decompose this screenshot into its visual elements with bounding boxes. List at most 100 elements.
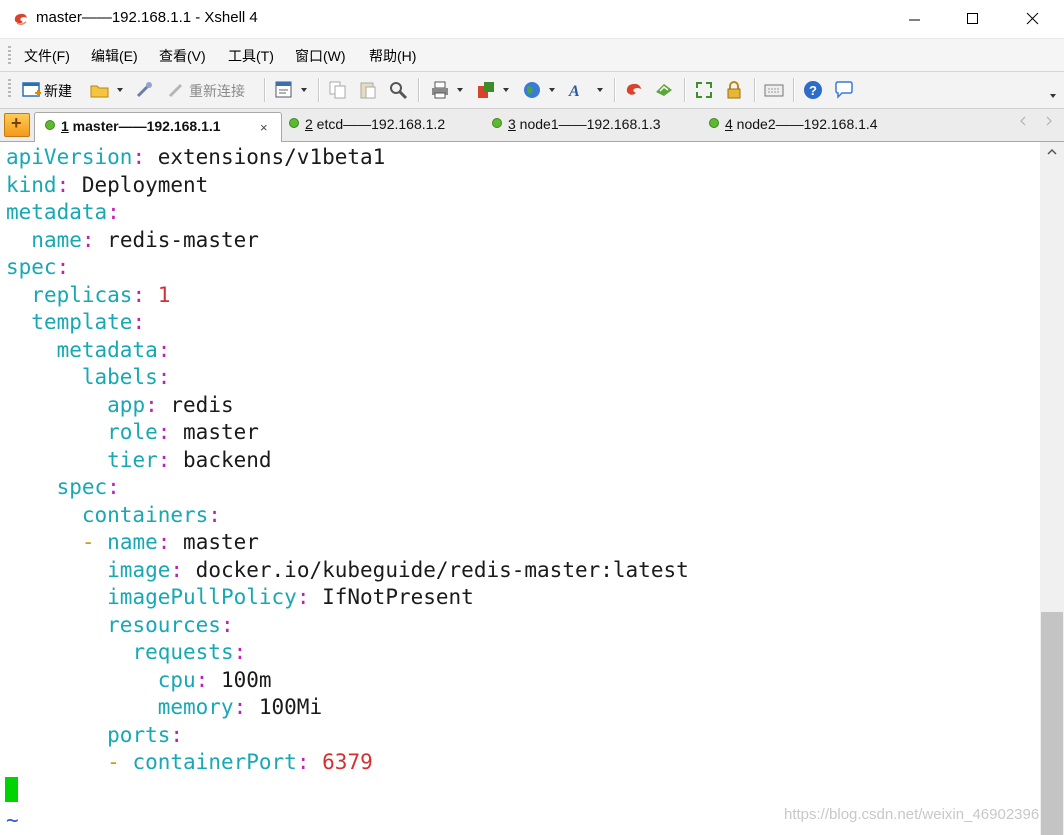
scroll-up-icon[interactable] (1047, 148, 1057, 156)
yaml-value (6, 558, 107, 582)
menu-help[interactable]: 帮助(H) (369, 46, 416, 66)
yaml-key: cpu (157, 667, 196, 692)
tab-4-label: node2——192.168.1.4 (732, 116, 878, 132)
minimize-button[interactable] (886, 0, 944, 38)
chat-icon[interactable] (834, 80, 854, 100)
toolbar-separator (614, 78, 615, 102)
connect-icon[interactable] (134, 80, 154, 100)
yaml-number: 1 (157, 282, 171, 307)
yaml-value (6, 393, 107, 417)
yaml-colon: : (208, 502, 221, 527)
paste-icon[interactable] (358, 80, 378, 100)
yaml-value (6, 475, 57, 499)
menu-window[interactable]: 窗口(W) (295, 46, 346, 66)
yaml-key: role (107, 420, 158, 444)
new-tab-button[interactable]: + (4, 113, 30, 137)
terminal-output[interactable]: - containerPort: 6379 ports: memory: 100… (0, 142, 1040, 835)
yaml-key: imagePullPolicy (107, 585, 297, 609)
find-icon[interactable] (388, 80, 408, 100)
toolbar-grip[interactable] (8, 79, 11, 97)
transfer-dropdown-caret[interactable] (503, 88, 509, 92)
session-tab-2[interactable]: 2 etcd——192.168.1.2 (289, 116, 445, 138)
yaml-value (6, 448, 107, 472)
font-icon[interactable]: A (568, 80, 588, 100)
terminal-line: ports: (6, 722, 183, 749)
xshell-logo-icon[interactable] (624, 80, 644, 100)
open-dropdown-caret[interactable] (117, 88, 123, 92)
connected-status-icon (289, 118, 299, 128)
open-folder-icon[interactable] (90, 80, 110, 100)
session-tab-4[interactable]: 4 node2——192.168.1.4 (709, 116, 878, 138)
yaml-value: master (170, 420, 259, 444)
toolbar-separator (264, 78, 265, 102)
yaml-colon: : (170, 722, 184, 747)
session-tab-1[interactable]: 1 master——192.168.1.1 × (34, 112, 282, 142)
yaml-value (6, 668, 158, 692)
menu-edit[interactable]: 编辑(E) (91, 46, 138, 66)
terminal-line: labels: (6, 364, 171, 391)
yaml-value (6, 695, 158, 719)
title-bar: master——192.168.1.1 - Xshell 4 (0, 0, 1064, 39)
properties-icon[interactable] (274, 80, 294, 100)
menu-file[interactable]: 文件(F) (24, 46, 70, 66)
terminal-line: resources: (6, 612, 233, 639)
lock-icon[interactable] (724, 80, 744, 100)
keyboard-icon[interactable] (764, 80, 784, 100)
yaml-key: requests (132, 640, 234, 664)
yaml-key: kind (6, 172, 57, 197)
terminal-scrollbar[interactable] (1040, 142, 1064, 835)
toolbar-separator (318, 78, 319, 102)
toolbar-overflow-caret[interactable] (1050, 94, 1056, 98)
tab-scroll-right-icon[interactable] (1045, 116, 1053, 126)
yaml-value (6, 585, 107, 609)
terminal-line: name: redis-master (6, 227, 259, 254)
terminal-line: - name: master (6, 529, 259, 556)
yaml-colon: : (195, 667, 209, 692)
terminal-line: apiVersion: extensions/v1beta1 (6, 144, 385, 171)
menu-view[interactable]: 查看(V) (159, 46, 206, 66)
yaml-colon: : (157, 337, 171, 362)
tab-1-number: 1 (61, 118, 69, 134)
yaml-dash: - (107, 750, 120, 774)
print-icon[interactable] (430, 80, 450, 100)
yaml-value (6, 228, 31, 252)
fullscreen-icon[interactable] (694, 80, 714, 100)
maximize-button[interactable] (944, 0, 1002, 38)
yaml-value (6, 503, 82, 527)
yaml-value (6, 750, 107, 774)
print-dropdown-caret[interactable] (457, 88, 463, 92)
terminal-line: tier: backend (6, 447, 271, 474)
yaml-key: containerPort (132, 750, 297, 774)
yaml-key: metadata (56, 337, 158, 362)
close-button[interactable] (1004, 0, 1062, 38)
yaml-key: spec (56, 475, 108, 499)
svg-text:A: A (568, 83, 580, 100)
menu-tools[interactable]: 工具(T) (228, 46, 274, 66)
connected-status-icon (45, 120, 55, 130)
help-icon[interactable]: ? (803, 80, 823, 100)
svg-text:?: ? (809, 83, 817, 98)
yaml-dash: - (81, 530, 95, 554)
tab-1-text: 1 master——192.168.1.1 (45, 118, 221, 140)
globe-icon[interactable] (522, 80, 542, 100)
tab-scroll-left-icon[interactable] (1019, 116, 1027, 126)
copy-icon[interactable] (328, 80, 348, 100)
terminal-line: replicas: 1 (6, 282, 170, 309)
reconnect-icon (168, 83, 183, 98)
tab-close-icon[interactable]: × (260, 120, 268, 135)
yaml-value: master (170, 530, 259, 554)
globe-dropdown-caret[interactable] (549, 88, 555, 92)
yaml-value (310, 750, 323, 774)
font-dropdown-caret[interactable] (597, 88, 603, 92)
yaml-value (6, 365, 82, 389)
yaml-value: docker.io/kubeguide/redis-master:latest (183, 557, 689, 582)
properties-dropdown-caret[interactable] (301, 88, 307, 92)
window-title: master——192.168.1.1 - Xshell 4 (36, 9, 258, 26)
menubar-grip[interactable] (8, 46, 11, 64)
session-tab-3[interactable]: 3 node1——192.168.1.3 (492, 116, 661, 138)
scrollbar-thumb[interactable] (1041, 612, 1063, 835)
yaml-colon: : (296, 750, 310, 774)
terminal-line: spec: (6, 474, 120, 501)
xftp-icon[interactable] (654, 80, 674, 100)
transfer-icon[interactable] (476, 80, 496, 100)
